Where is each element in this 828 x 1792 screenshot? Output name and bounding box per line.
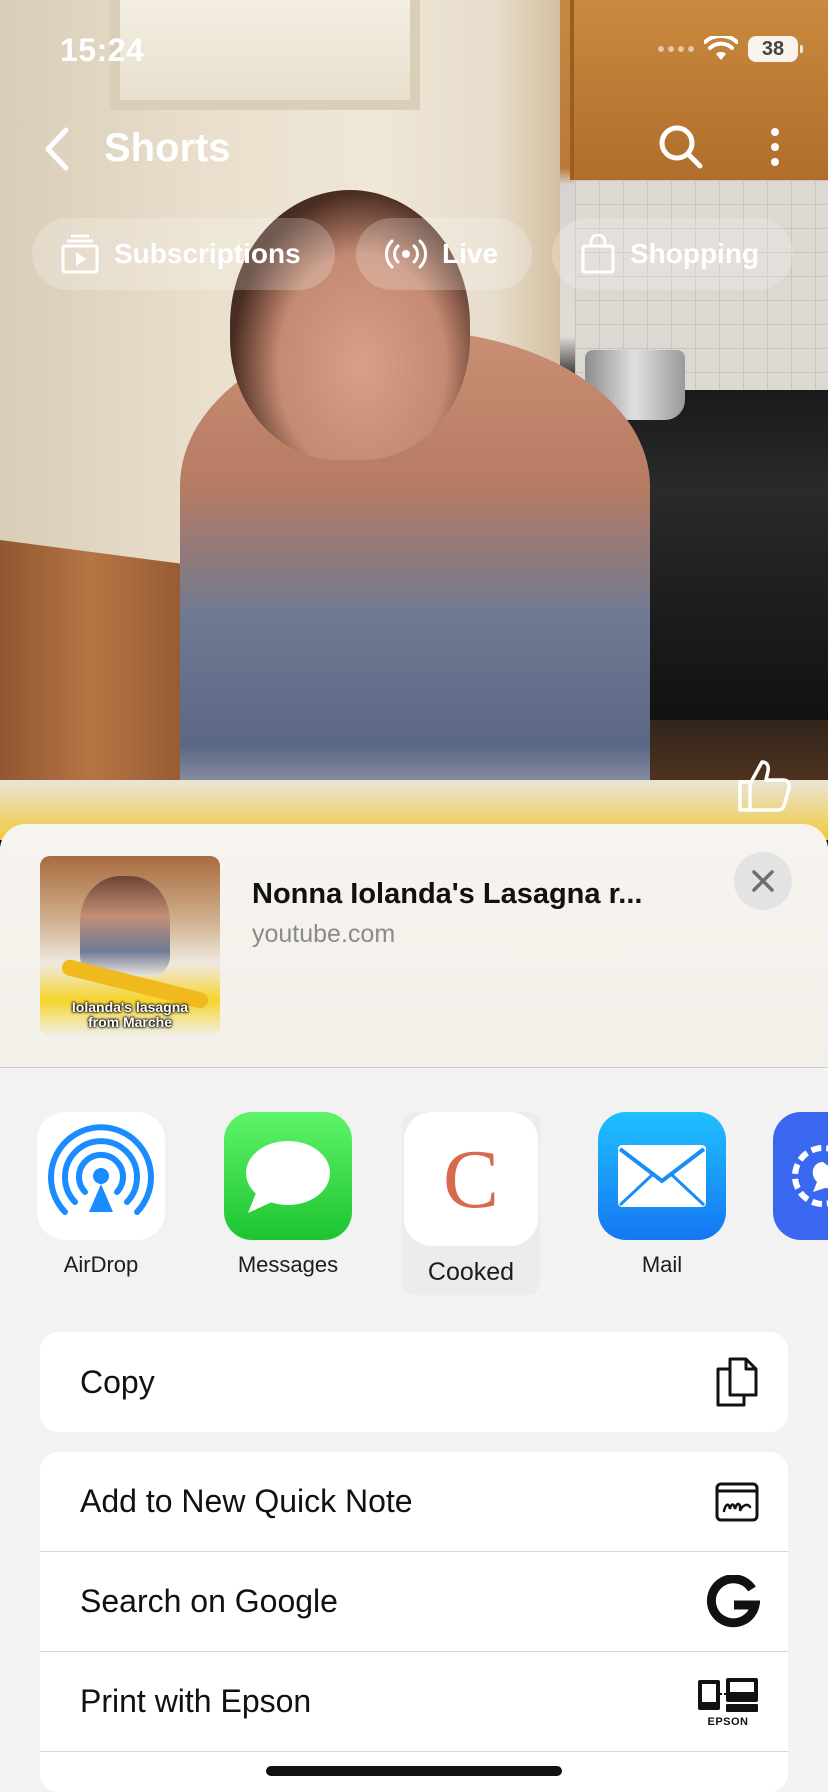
share-preview-thumbnail: Iolanda's lasagna from Marche (40, 856, 220, 1036)
share-app-mail[interactable]: Mail (587, 1112, 737, 1278)
shopping-bag-icon (581, 234, 615, 274)
share-app-cooked[interactable]: C Cooked (396, 1112, 546, 1295)
action-label: Search on Google (80, 1583, 338, 1619)
close-button[interactable] (734, 852, 792, 910)
cooked-icon-letter: C (442, 1132, 500, 1226)
copy-icon (714, 1355, 760, 1409)
app-label: AirDrop (63, 1252, 139, 1277)
share-app-signal[interactable]: S (762, 1112, 828, 1278)
filter-chips: Subscriptions Live Shopping (0, 218, 828, 290)
status-time: 15:24 (60, 32, 145, 68)
subscriptions-icon (61, 234, 99, 274)
messages-icon (224, 1112, 352, 1240)
share-sheet: Iolanda's lasagna from Marche Nonna Iola… (0, 824, 828, 1792)
action-search-google[interactable]: Search on Google (40, 1552, 788, 1652)
action-group-copy: Copy (40, 1332, 788, 1432)
chip-shopping[interactable]: Shopping (552, 218, 794, 290)
share-app-airdrop[interactable]: AirDrop (26, 1112, 176, 1278)
signal-icon (773, 1112, 828, 1240)
action-quick-note[interactable]: Add to New Quick Note (40, 1452, 788, 1552)
page-title: Shorts (104, 126, 231, 170)
cooked-icon: C (404, 1112, 538, 1246)
thumbnail-figure (80, 876, 170, 976)
action-label: Print with Epson (80, 1683, 312, 1719)
app-label: Mail (641, 1252, 683, 1277)
battery-level: 38 (761, 37, 785, 60)
thumbs-up-icon[interactable] (734, 756, 794, 816)
status-bar: 15:24 38 (0, 0, 828, 100)
epson-icon-text: EPSON (707, 1715, 749, 1728)
action-copy[interactable]: Copy (40, 1332, 788, 1432)
app-header: Shorts (0, 110, 828, 190)
thumbnail-caption-line1: Iolanda's lasagna (71, 999, 189, 1015)
share-apps-row: AirDrop Messages C Cooked Mail (0, 1112, 828, 1302)
action-label: Copy (80, 1363, 155, 1400)
thumbnail-caption-line2: from Marche (87, 1014, 173, 1030)
close-icon (752, 870, 774, 892)
wifi-icon (704, 36, 738, 60)
home-indicator[interactable] (266, 1766, 562, 1776)
app-label: Cooked (427, 1258, 515, 1286)
live-icon (385, 239, 427, 269)
app-label: Messages (237, 1252, 339, 1277)
action-print-epson[interactable]: Print with Epson EPSON (40, 1652, 788, 1752)
chip-label: Shopping (630, 238, 760, 269)
thumbnail-caption: Iolanda's lasagna from Marche (40, 1000, 220, 1030)
more-vertical-icon[interactable] (760, 122, 790, 172)
google-icon (706, 1574, 760, 1629)
share-sheet-header: Iolanda's lasagna from Marche Nonna Iola… (0, 824, 828, 1068)
status-indicators: 38 (658, 36, 803, 62)
back-chevron-icon[interactable] (38, 124, 78, 174)
airdrop-icon (37, 1112, 165, 1240)
search-icon[interactable] (656, 122, 706, 172)
chip-label: Subscriptions (114, 238, 301, 269)
battery-icon: 38 (748, 36, 803, 62)
share-domain: youtube.com (252, 920, 396, 948)
cooked-highlight: C Cooked (402, 1112, 540, 1295)
mail-icon (598, 1112, 726, 1240)
action-label: Add to New Quick Note (80, 1483, 413, 1519)
share-title: Nonna Iolanda's Lasagna r... (252, 878, 643, 910)
cellular-signal-icon (658, 46, 694, 52)
epson-icon: EPSON (696, 1676, 760, 1728)
action-group-more: Add to New Quick Note Search on Google P… (40, 1452, 788, 1792)
chip-live[interactable]: Live (356, 218, 533, 290)
chip-label: Live (442, 238, 499, 269)
quick-note-icon (714, 1481, 760, 1523)
chip-subscriptions[interactable]: Subscriptions (32, 218, 335, 290)
share-app-messages[interactable]: Messages (213, 1112, 363, 1278)
